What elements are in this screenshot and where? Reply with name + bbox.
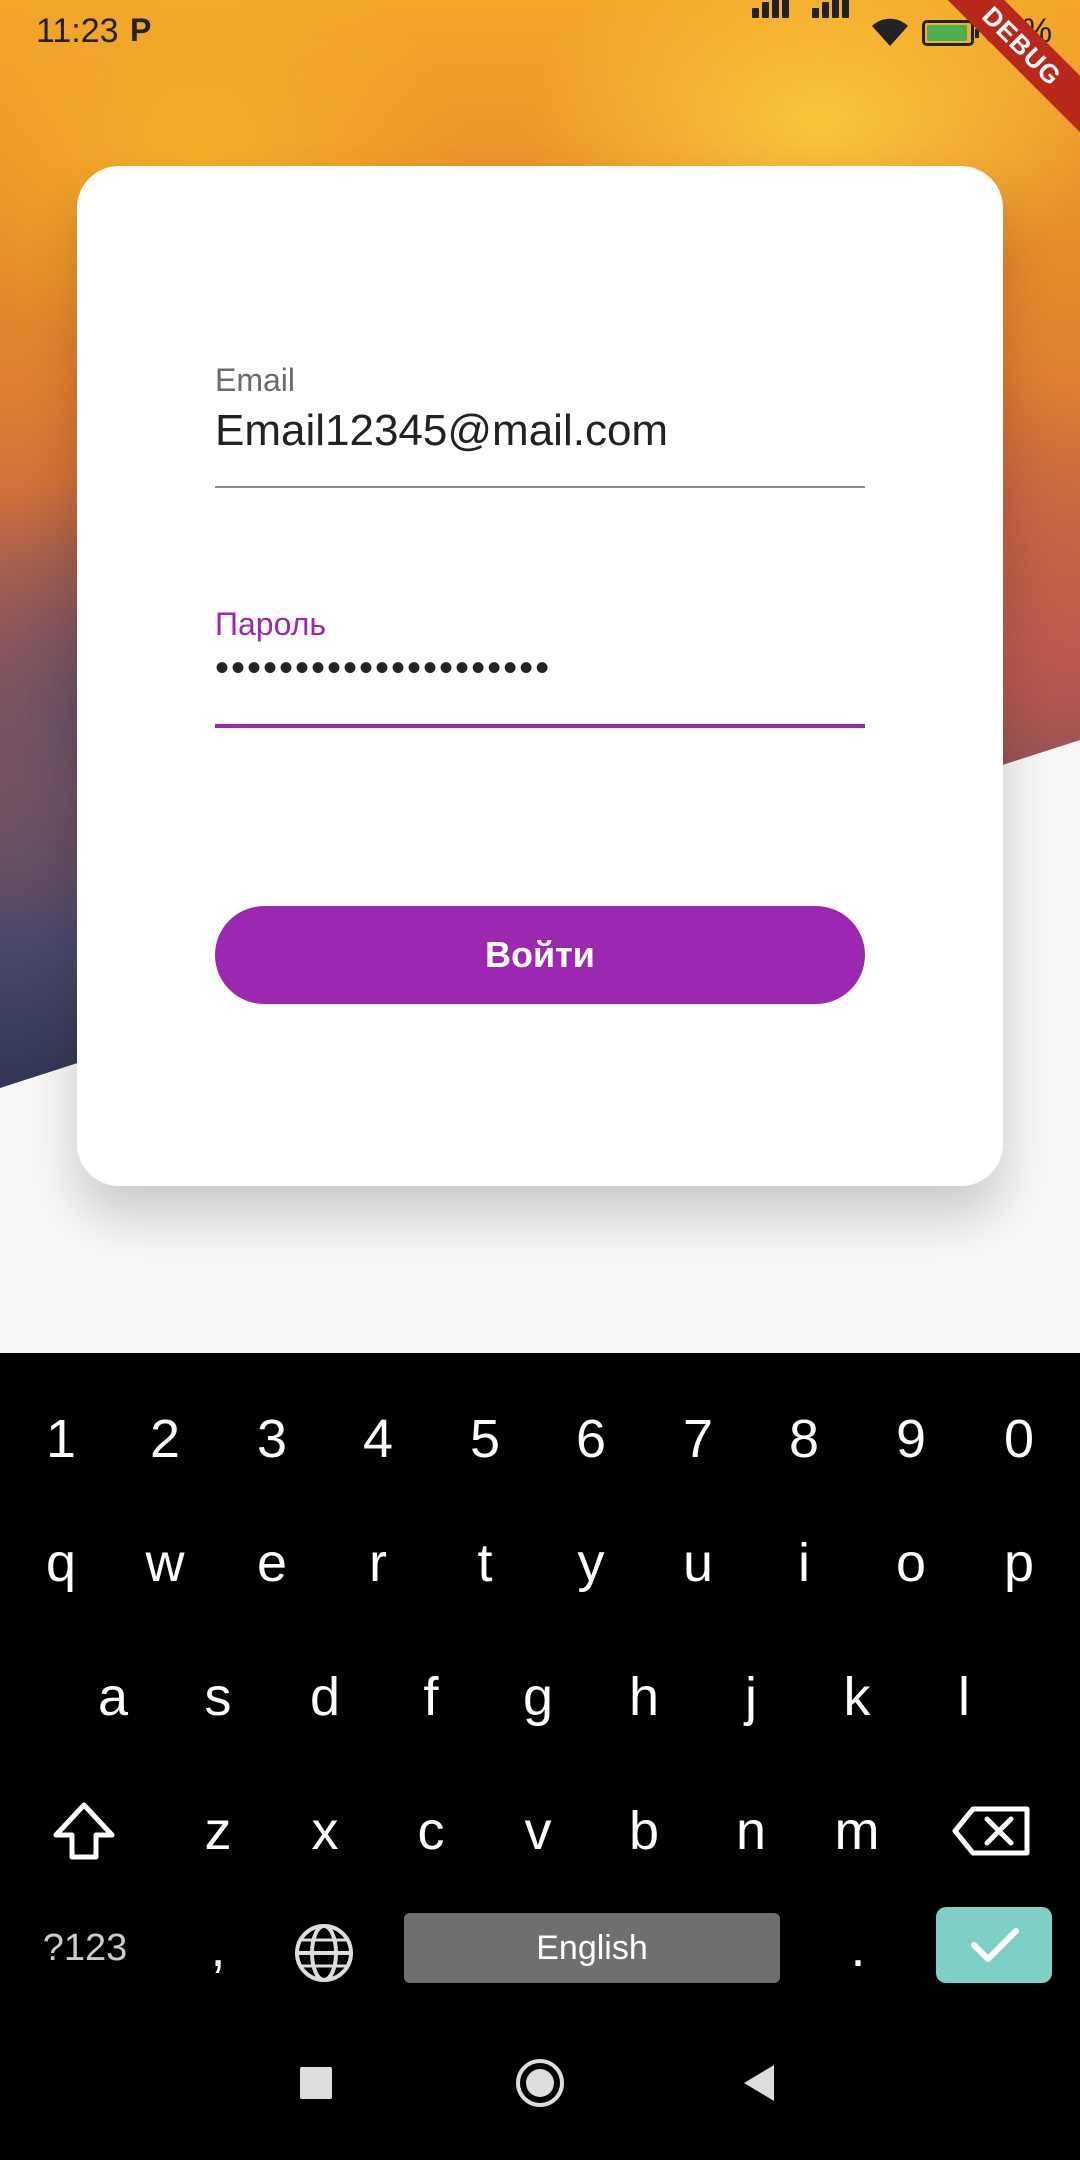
email-underline (215, 486, 865, 488)
key-a[interactable]: a (63, 1647, 163, 1747)
key-v[interactable]: v (488, 1781, 588, 1881)
key-g[interactable]: g (488, 1647, 588, 1747)
home-icon[interactable] (510, 2053, 570, 2113)
key-m[interactable]: m (807, 1781, 907, 1881)
comma-key[interactable]: , (168, 1913, 268, 1983)
key-q[interactable]: q (11, 1513, 111, 1613)
enter-key[interactable] (936, 1907, 1052, 1983)
login-card: Email Email12345@mail.com Пароль •••••••… (77, 166, 1003, 1186)
key-d[interactable]: d (275, 1647, 375, 1747)
key-f[interactable]: f (381, 1647, 481, 1747)
key-b[interactable]: b (594, 1781, 694, 1881)
password-label: Пароль (215, 606, 327, 642)
key-i[interactable]: i (754, 1513, 854, 1613)
key-e[interactable]: e (222, 1513, 322, 1613)
password-input[interactable]: ••••••••••••••••••••• (215, 646, 551, 691)
key-4[interactable]: 4 (328, 1389, 428, 1489)
status-time: 11:23 (36, 12, 119, 50)
status-bar: 11:23 P 95% DEBUG (0, 0, 1080, 145)
key-s[interactable]: s (168, 1647, 268, 1747)
battery-icon (922, 20, 979, 46)
key-3[interactable]: 3 (222, 1389, 322, 1489)
key-5[interactable]: 5 (435, 1389, 535, 1489)
key-j[interactable]: j (701, 1647, 801, 1747)
backspace-key-icon[interactable] (943, 1781, 1043, 1881)
space-key[interactable]: English (404, 1913, 780, 1983)
key-h[interactable]: h (594, 1647, 694, 1747)
key-2[interactable]: 2 (115, 1389, 215, 1489)
key-6[interactable]: 6 (541, 1389, 641, 1489)
key-z[interactable]: z (168, 1781, 268, 1881)
wifi-icon (872, 18, 908, 46)
key-7[interactable]: 7 (648, 1389, 748, 1489)
key-p[interactable]: p (969, 1513, 1069, 1613)
key-w[interactable]: w (115, 1513, 215, 1613)
key-0[interactable]: 0 (969, 1389, 1069, 1489)
letter-row-z: z x c v b n m (0, 1781, 1080, 1881)
symbols-key[interactable]: ?123 (30, 1913, 140, 1983)
login-button[interactable]: Войти (215, 906, 865, 1004)
navigation-bar (0, 2053, 1080, 2160)
key-c[interactable]: c (381, 1781, 481, 1881)
key-x[interactable]: x (275, 1781, 375, 1881)
shift-key-icon[interactable] (34, 1781, 134, 1881)
key-u[interactable]: u (648, 1513, 748, 1613)
bottom-key-row: ?123 , English . (0, 1907, 1080, 2013)
key-l[interactable]: l (914, 1647, 1014, 1747)
key-r[interactable]: r (328, 1513, 428, 1613)
key-1[interactable]: 1 (11, 1389, 111, 1489)
digit-row: 1 2 3 4 5 6 7 8 9 0 (0, 1389, 1080, 1489)
email-input[interactable]: Email12345@mail.com (215, 406, 668, 456)
period-key[interactable]: . (808, 1913, 908, 1983)
check-icon (971, 1928, 1019, 1962)
keyboard: 1 2 3 4 5 6 7 8 9 0 q w e r t y u i o p … (0, 1353, 1080, 2160)
key-t[interactable]: t (435, 1513, 535, 1613)
back-icon[interactable] (730, 2053, 790, 2113)
globe-icon[interactable] (274, 1903, 374, 2003)
key-9[interactable]: 9 (861, 1389, 961, 1489)
password-underline (215, 724, 865, 728)
letter-row-a: a s d f g h j k l (0, 1647, 1080, 1747)
password-field[interactable]: Пароль ••••••••••••••••••••• (215, 606, 865, 736)
email-label: Email (215, 362, 296, 398)
recent-apps-icon[interactable] (286, 2053, 346, 2113)
key-o[interactable]: o (861, 1513, 961, 1613)
key-n[interactable]: n (701, 1781, 801, 1881)
key-8[interactable]: 8 (754, 1389, 854, 1489)
key-y[interactable]: y (541, 1513, 641, 1613)
key-k[interactable]: k (807, 1647, 907, 1747)
notification-icon: P (130, 12, 152, 48)
letter-row-q: q w e r t y u i o p (0, 1513, 1080, 1613)
